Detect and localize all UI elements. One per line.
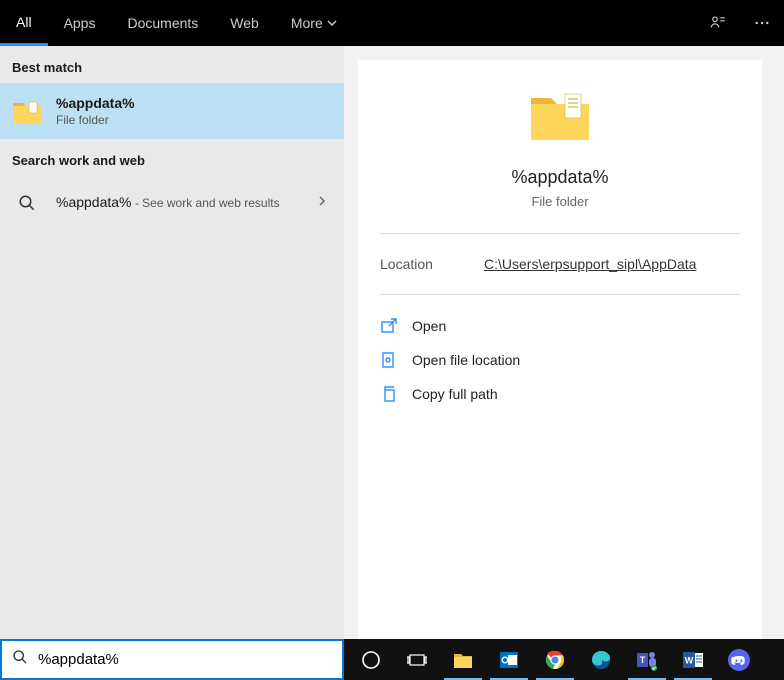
folder-icon (529, 88, 591, 147)
svg-text:W: W (685, 655, 694, 665)
open-icon (380, 317, 398, 335)
detail-panel: %appdata% File folder Location C:\Users\… (358, 60, 762, 639)
chevron-down-icon (327, 15, 337, 31)
taskbar-file-explorer[interactable] (440, 639, 486, 680)
folder-icon (12, 96, 42, 126)
action-copy-full-path[interactable]: Copy full path (380, 377, 740, 411)
tab-more[interactable]: More (275, 0, 353, 46)
tab-more-label: More (291, 15, 323, 31)
best-match-heading: Best match (0, 46, 344, 83)
taskbar-teams[interactable]: T (624, 639, 670, 680)
tab-all-label: All (16, 14, 32, 30)
chevron-right-icon (316, 194, 328, 212)
taskbar-discord[interactable] (716, 639, 762, 680)
tab-apps-label: Apps (64, 15, 96, 31)
search-scope-tabbar: All Apps Documents Web More (0, 0, 784, 46)
detail-title: %appdata% (511, 167, 608, 188)
tabs-container: All Apps Documents Web More (0, 0, 353, 46)
action-open-file-location[interactable]: Open file location (380, 343, 740, 377)
actions-list: Open Open file location Copy full path (358, 295, 762, 425)
taskbar-outlook[interactable] (486, 639, 532, 680)
web-result-suffix: - See work and web results (132, 196, 280, 210)
work-web-heading: Search work and web (0, 139, 344, 176)
taskbar-chrome[interactable] (532, 639, 578, 680)
web-result-title: %appdata% (56, 194, 132, 210)
search-input[interactable] (38, 651, 332, 668)
action-open-file-location-label: Open file location (412, 352, 520, 368)
results-panel: Best match %appdata% File folder Search … (0, 46, 344, 639)
search-box[interactable] (0, 639, 344, 680)
tab-web-label: Web (230, 15, 259, 31)
feedback-icon[interactable] (696, 0, 740, 46)
best-match-subtitle: File folder (56, 113, 332, 127)
action-open-label: Open (412, 318, 446, 334)
tab-documents-label: Documents (127, 15, 198, 31)
taskbar-word[interactable]: W (670, 639, 716, 680)
svg-text:T: T (640, 655, 646, 665)
location-row: Location C:\Users\erpsupport_sipl\AppDat… (358, 234, 762, 294)
more-options-icon[interactable] (740, 0, 784, 46)
bottom-area: T W (0, 639, 784, 680)
copy-icon (380, 385, 398, 403)
taskbar: T W (344, 639, 784, 680)
action-copy-full-path-label: Copy full path (412, 386, 498, 402)
location-value[interactable]: C:\Users\erpsupport_sipl\AppData (484, 256, 696, 272)
taskbar-edge[interactable] (578, 639, 624, 680)
web-result[interactable]: %appdata% - See work and web results (0, 176, 344, 230)
tab-apps[interactable]: Apps (48, 0, 112, 46)
search-icon (12, 649, 28, 670)
tab-web[interactable]: Web (214, 0, 275, 46)
taskbar-cortana[interactable] (348, 639, 394, 680)
action-open[interactable]: Open (380, 309, 740, 343)
detail-subtitle: File folder (531, 194, 588, 209)
taskbar-task-view[interactable] (394, 639, 440, 680)
tab-all[interactable]: All (0, 0, 48, 46)
best-match-title: %appdata% (56, 95, 332, 111)
location-label: Location (380, 256, 484, 272)
tab-documents[interactable]: Documents (111, 0, 214, 46)
best-match-result[interactable]: %appdata% File folder (0, 83, 344, 139)
file-location-icon (380, 351, 398, 369)
search-icon (12, 188, 42, 218)
